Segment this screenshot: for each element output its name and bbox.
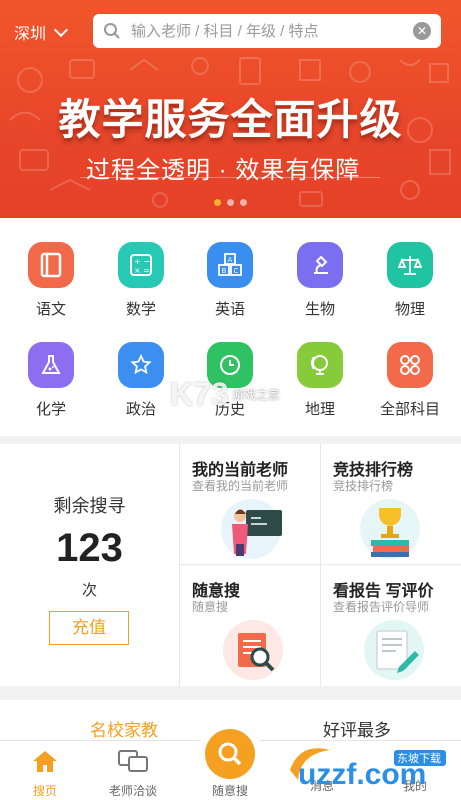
teacher-blackboard-icon [221,499,282,559]
clear-icon[interactable]: ✕ [413,22,431,40]
subject-label: 语文 [35,301,66,318]
card-report-review[interactable]: 看报告 写评价 查看报告评价导师 [321,565,461,685]
remaining-count: 123 [56,526,123,570]
tab-label: 搜页 [32,784,57,798]
report-pen-icon [364,620,424,680]
uzzf-watermark-badge: 东坡下载 [397,752,441,765]
tab-random-search[interactable] [198,722,262,786]
trophy-books-icon [360,499,420,559]
carousel-indicator [0,199,461,206]
subject-english[interactable]: ABC 英语 [190,242,270,319]
subject-label: 地理 [304,401,335,418]
globe-icon [297,342,343,388]
card-subtitle: 随意搜 [192,600,229,614]
grid-flower-icon [387,342,433,388]
svg-text:B: B [222,267,227,275]
city-label: 深圳 [14,26,47,43]
k73-watermark-subtitle: 游戏之家 [232,388,281,402]
search-input[interactable] [131,22,413,40]
subject-chemistry[interactable]: 化学 [11,342,91,419]
chat-bubbles-icon [118,750,148,772]
document-search-icon [223,620,283,680]
remaining-searches-panel: 剩余搜寻 123 次 充值 [0,444,180,686]
search-icon [218,742,242,766]
banner-title: 教学服务全面升级 [58,96,403,143]
svg-text:× =: × = [134,266,150,275]
subject-label: 全部科目 [379,401,440,418]
calculator-icon: + − × = [118,242,164,288]
star-badge-icon [118,342,164,388]
search-icon [104,23,120,39]
uzzf-watermark: uzzf.com 东坡下载 [290,748,446,791]
feature-cards: 剩余搜寻 123 次 充值 我的当前老师 查看我的当前老师 竞技排行榜 竞技排行… [0,444,461,686]
subject-grid: 语文 + − × = 数学 ABC 英语 生物 物理 化学 政治 历史 地理 全… [0,218,461,436]
carousel-dot[interactable] [214,199,221,206]
subject-label: 物理 [394,301,425,318]
chevron-down-icon [53,22,69,37]
card-current-teacher[interactable]: 我的当前老师 查看我的当前老师 [180,444,320,564]
tab-top-school-tutors[interactable]: 名校家教 [90,716,158,741]
subject-politics[interactable]: 政治 [101,342,181,419]
subject-label: 生物 [304,301,335,318]
remaining-unit: 次 [81,582,97,599]
card-leaderboard[interactable]: 竞技排行榜 竞技排行榜 [321,444,461,564]
home-icon [33,751,57,772]
app-screen: 深圳 ✕ 教学服务全面升级 过程全透明 · 效果有保障 语文 [0,0,461,800]
svg-text:C: C [234,267,239,275]
card-subtitle: 查看报告评价导师 [333,600,430,614]
flask-icon [28,342,74,388]
subject-math[interactable]: + − × = 数学 [101,242,181,319]
subject-all[interactable]: 全部科目 [370,342,450,419]
subject-label: 政治 [125,401,156,418]
microscope-icon [297,242,343,288]
tab-best-rated[interactable]: 好评最多 [323,716,391,741]
center-search-button [205,729,255,779]
carousel-dot[interactable] [227,199,234,206]
subject-geography[interactable]: 地理 [280,342,360,419]
recharge-button[interactable]: 充值 [49,611,129,645]
card-random-search[interactable]: 随意搜 随意搜 [180,565,320,685]
subject-physics[interactable]: 物理 [370,242,450,319]
tab-teacher-chat[interactable]: 老师洽谈 [98,749,168,799]
abc-blocks-icon: ABC [207,242,253,288]
search-bar[interactable]: ✕ [93,14,441,48]
card-subtitle: 竞技排行榜 [333,479,394,493]
carousel-dot[interactable] [240,199,247,206]
subject-biology[interactable]: 生物 [280,242,360,319]
tab-label: 随意搜 [211,784,248,798]
subject-label: 数学 [125,301,156,318]
promo-banner[interactable]: 深圳 ✕ 教学服务全面升级 过程全透明 · 效果有保障 [0,0,461,218]
remaining-title: 剩余搜寻 [53,496,126,516]
city-selector[interactable]: 深圳 [14,20,69,44]
subject-label: 化学 [35,401,66,418]
tab-label: 老师洽谈 [108,784,157,798]
tab-home[interactable]: 搜页 [10,749,80,799]
banner-subtitle: 过程全透明 · 效果有保障 [86,157,361,184]
subject-chinese[interactable]: 语文 [11,242,91,319]
svg-text:+ −: + − [134,257,150,266]
card-subtitle: 查看我的当前老师 [192,479,289,493]
svg-text:A: A [228,256,233,264]
k73-watermark: K73 [170,376,229,412]
book-icon [28,242,74,288]
scales-icon [387,242,433,288]
subject-label: 英语 [214,301,245,318]
